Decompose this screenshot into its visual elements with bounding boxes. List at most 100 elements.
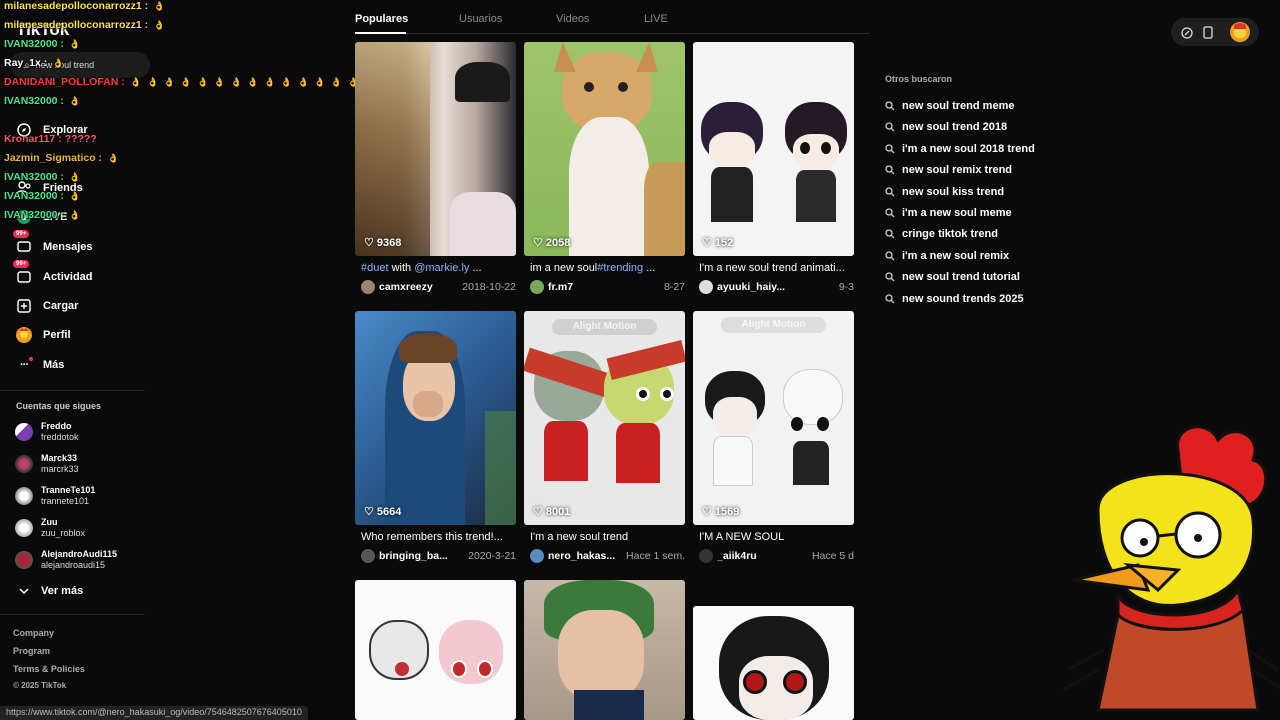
post-date: Hace 1 sem. [626, 550, 685, 562]
footer-link[interactable]: Terms & Policies [13, 664, 85, 674]
related-search-item[interactable]: new soul kiss trend [885, 186, 1004, 198]
more-icon: ··· [16, 357, 33, 373]
rooster-mascot-overlay [1062, 425, 1280, 712]
following-title: Cuentas que sigues [16, 401, 102, 411]
following-item[interactable]: Marck33 marcrk33 [15, 453, 79, 475]
following-name: Freddo [41, 421, 72, 431]
search-icon [885, 101, 895, 111]
nav-mas[interactable]: ··· Más [16, 355, 64, 375]
video-thumbnail[interactable]: ♡ 5664 [355, 311, 516, 525]
heart-icon: ♡ [702, 506, 712, 518]
emote-icon: 👌 [127, 77, 142, 87]
avatar[interactable] [361, 549, 375, 563]
see-more-button[interactable]: Ver más [18, 581, 83, 601]
like-count: ♡ 1569 [702, 505, 740, 519]
emote-icon: 👌 [228, 77, 242, 87]
related-search-item[interactable]: i'm a new soul meme [885, 207, 1012, 219]
search-icon [885, 144, 895, 154]
profile-avatar[interactable] [1230, 22, 1250, 42]
related-search-label: new soul kiss trend [902, 185, 1005, 198]
video-meta: _aiik4ru Hace 5 d [699, 549, 854, 563]
video-thumbnail[interactable]: Alight Motion ♡ 1569 [693, 311, 854, 525]
emote-icon: 👌 [66, 172, 81, 182]
video-meta: camxreezy 2018-10-22 [361, 280, 516, 294]
video-title[interactable]: im a new soul#trending ... [530, 262, 680, 274]
nav-label: Perfil [43, 329, 71, 341]
username[interactable]: ayuuki_haiy... [717, 281, 835, 293]
following-handle: marcrk33 [41, 464, 79, 474]
related-search-item[interactable]: new soul trend 2018 [885, 121, 1007, 133]
following-handle: freddotok [41, 432, 79, 442]
video-thumbnail[interactable] [355, 580, 516, 720]
video-thumbnail[interactable] [693, 606, 854, 720]
like-count: ♡ 9368 [364, 236, 402, 250]
following-item[interactable]: TranneTe101 trannete101 [15, 485, 95, 507]
footer-link[interactable]: Company [13, 628, 54, 638]
avatar[interactable] [699, 549, 713, 563]
related-search-item[interactable]: new soul trend tutorial [885, 271, 1020, 283]
avatar[interactable] [530, 549, 544, 563]
related-search-label: i'm a new soul meme [902, 207, 1012, 219]
tab-live[interactable]: LIVE [644, 13, 668, 25]
emote-icon: 👌 [194, 77, 209, 87]
coin-icon[interactable] [1181, 26, 1193, 44]
avatar[interactable] [699, 280, 713, 294]
username[interactable]: nero_hakas... [548, 550, 622, 562]
chat-message: milanesadepolloconarrozz1 : 👌 [4, 19, 165, 33]
following-item[interactable]: Freddo freddotok [15, 421, 79, 443]
video-title[interactable]: I'M A NEW SOUL [699, 531, 849, 543]
nav-mensajes[interactable]: 99+ Mensajes [13, 230, 93, 257]
avatar[interactable] [361, 280, 375, 294]
tab-videos[interactable]: Videos [556, 13, 589, 25]
nav-actividad[interactable]: 99+ Actividad [13, 260, 93, 287]
nav-perfil[interactable]: Perfil [16, 325, 71, 345]
emote-icon: 👌 [211, 77, 226, 87]
related-search-item[interactable]: new sound trends 2025 [885, 293, 1024, 305]
video-meta: nero_hakas... Hace 1 sem. [530, 549, 685, 563]
avatar[interactable] [530, 280, 544, 294]
emote-icon: 👌 [328, 77, 343, 87]
heart-icon: ♡ [533, 506, 543, 518]
copyright: © 2025 TikTok [13, 681, 67, 690]
related-search-label: new soul remix trend [902, 164, 1013, 177]
nav-cargar[interactable]: Cargar [16, 296, 78, 316]
device-icon[interactable] [1203, 26, 1213, 44]
video-title[interactable]: I'm a new soul trend [530, 531, 680, 543]
video-thumbnail[interactable]: ♡ 9368 [355, 42, 516, 256]
related-search-label: i'm a new soul 2018 trend [902, 142, 1035, 155]
following-item[interactable]: Zuu zuu_roblox [15, 517, 85, 539]
video-thumbnail[interactable]: ♡ 2058 [524, 42, 685, 256]
following-item[interactable]: AlejandroAudi115 alejandroaudi15 [15, 549, 117, 571]
video-title[interactable]: #duet with @markie.ly ... [361, 262, 511, 274]
username[interactable]: fr.m7 [548, 281, 660, 293]
video-title[interactable]: I'm a new soul trend animati... [699, 262, 849, 274]
divider [0, 614, 145, 615]
chat-message: IVAN32000 : 👌 [4, 209, 81, 223]
watermark: Alight Motion [721, 317, 826, 333]
emote-icon: 👌 [66, 39, 81, 49]
related-search-item[interactable]: new soul trend meme [885, 100, 1014, 112]
related-search-item[interactable]: i'm a new soul 2018 trend [885, 143, 1035, 155]
chat-text: IVAN32000 : [4, 38, 64, 50]
footer-link[interactable]: Program [13, 646, 50, 656]
search-icon [885, 122, 895, 132]
related-search-label: cringe tiktok trend [902, 228, 998, 241]
related-search-item[interactable]: cringe tiktok trend [885, 228, 998, 240]
emote-icon: 👌 [151, 20, 165, 30]
related-searches: Otros buscaron new soul trend meme new so… [885, 74, 1035, 305]
username[interactable]: camxreezy [379, 281, 458, 293]
tab-usuarios[interactable]: Usuarios [459, 13, 502, 25]
video-thumbnail[interactable]: Alight Motion ♡ 8001 [524, 311, 685, 525]
related-search-item[interactable]: new soul remix trend [885, 164, 1012, 176]
related-search-item[interactable]: i'm a new soul remix [885, 250, 1009, 262]
username[interactable]: bringing_ba... [379, 550, 464, 562]
video-title[interactable]: Who remembers this trend!... [361, 531, 511, 543]
heart-icon: ♡ [533, 237, 543, 249]
username[interactable]: _aiik4ru [717, 550, 808, 562]
chat-text: milanesadepolloconarrozz1 : [4, 0, 149, 12]
related-search-label: i'm a new soul remix [902, 249, 1010, 262]
video-thumbnail[interactable]: ♡ 152 [693, 42, 854, 256]
video-thumbnail[interactable] [524, 580, 685, 720]
tab-populares[interactable]: Populares [355, 13, 408, 25]
chat-text: milanesadepolloconarrozz1 : [4, 19, 149, 31]
